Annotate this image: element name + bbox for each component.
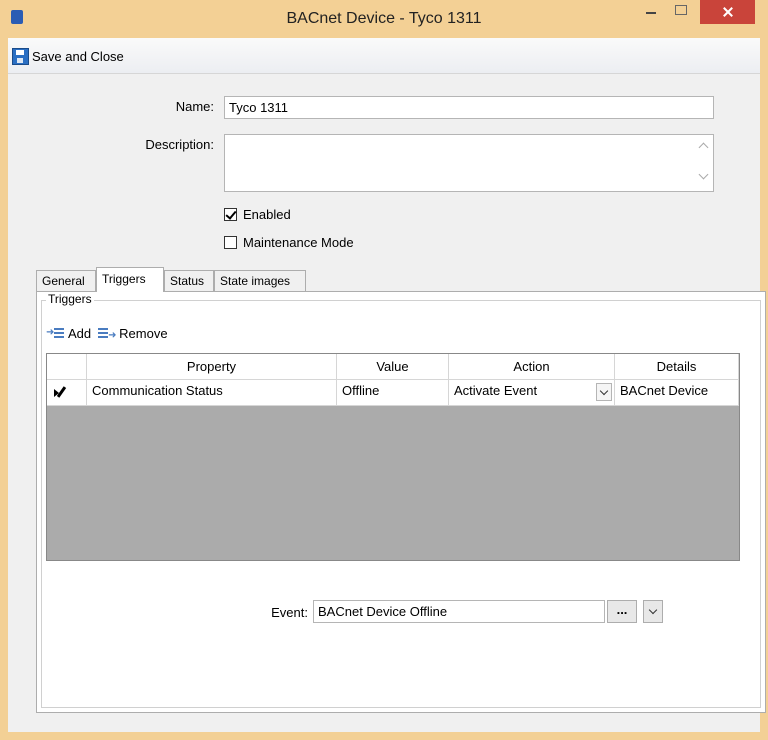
title-bar[interactable]: BACnet Device - Tyco 1311: [0, 0, 768, 38]
remove-trigger-button[interactable]: ➜ Remove: [97, 325, 168, 341]
add-trigger-button[interactable]: ➜ Add: [46, 326, 91, 341]
name-input[interactable]: [224, 96, 714, 119]
row-header[interactable]: [47, 380, 87, 406]
save-and-close-button[interactable]: Save and Close: [12, 46, 124, 66]
triggers-grid: Property Value Action Details Communicat…: [46, 353, 740, 561]
tab-state-images[interactable]: State images: [214, 270, 306, 291]
maintenance-check-icon: [224, 236, 237, 249]
description-label: Description:: [145, 137, 214, 152]
minimize-button[interactable]: [638, 0, 664, 22]
event-dropdown-button[interactable]: [643, 600, 663, 623]
triggers-group: Triggers ➜ Add ➜ Remove Property Value A…: [41, 292, 761, 708]
close-button[interactable]: [700, 0, 755, 24]
scroll-down-icon[interactable]: [698, 169, 709, 180]
save-and-close-label: Save and Close: [32, 48, 124, 64]
add-label: Add: [68, 325, 92, 341]
column-header-property[interactable]: Property: [87, 354, 337, 380]
tab-triggers[interactable]: Triggers: [96, 267, 164, 292]
maintenance-mode-label: Maintenance Mode: [243, 235, 354, 250]
add-row-icon: ➜: [46, 326, 66, 340]
enabled-check-icon: [224, 208, 237, 221]
window: BACnet Device - Tyco 1311 Save and Close…: [0, 0, 768, 740]
tab-status[interactable]: Status: [164, 270, 214, 291]
column-header-details[interactable]: Details: [615, 354, 739, 380]
tab-general[interactable]: General: [36, 270, 96, 291]
maintenance-mode-checkbox[interactable]: Maintenance Mode: [224, 235, 354, 250]
enabled-label: Enabled: [243, 207, 291, 222]
save-icon: [12, 47, 29, 65]
triggers-group-label: Triggers: [46, 292, 94, 306]
triggers-tab-panel: Triggers ➜ Add ➜ Remove Property Value A…: [36, 291, 766, 713]
column-header-value[interactable]: Value: [337, 354, 449, 380]
client-area: Save and Close Name: Description: Enable…: [8, 38, 766, 732]
triggers-toolbar: ➜ Add ➜ Remove: [46, 321, 742, 345]
toolbar: Save and Close: [8, 38, 760, 74]
event-label: Event:: [271, 605, 308, 620]
chevron-down-icon[interactable]: [596, 383, 612, 401]
maximize-button[interactable]: [668, 0, 694, 22]
description-scrollbar[interactable]: [695, 135, 713, 191]
cell-property[interactable]: Communication Status: [87, 380, 337, 406]
event-input[interactable]: [313, 600, 605, 623]
cell-action-dropdown[interactable]: Activate Event: [449, 380, 615, 406]
cell-value[interactable]: Offline: [337, 380, 449, 406]
enabled-checkbox[interactable]: Enabled: [224, 207, 291, 222]
grid-corner: [47, 354, 87, 380]
remove-label: Remove: [119, 325, 168, 341]
description-input[interactable]: [224, 134, 714, 192]
cell-details[interactable]: BACnet Device: [615, 380, 739, 406]
cell-action-text: Activate Event: [454, 383, 538, 398]
scroll-up-icon[interactable]: [698, 142, 709, 153]
remove-row-icon: ➜: [97, 326, 117, 341]
column-header-action[interactable]: Action: [449, 354, 615, 380]
event-browse-button[interactable]: ...: [607, 600, 637, 623]
edit-pencil-icon: [56, 386, 67, 398]
name-label: Name:: [175, 99, 214, 114]
